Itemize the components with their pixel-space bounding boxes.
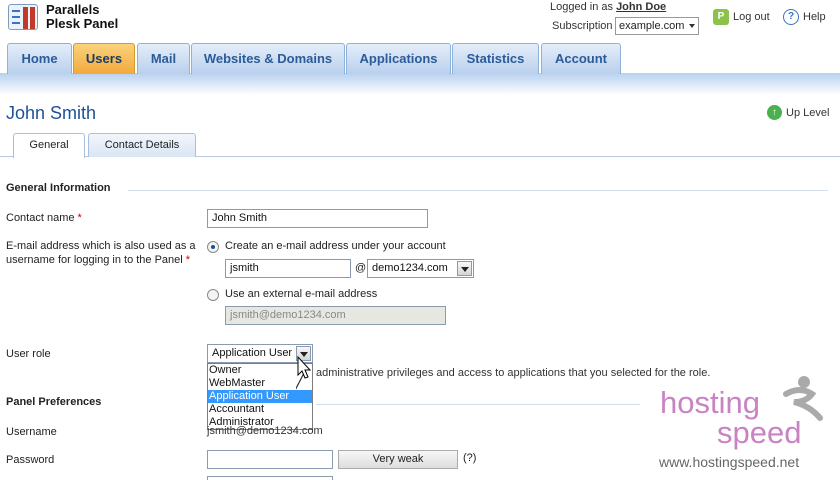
main-nav: Home Users Mail Websites & Domains Appli…	[0, 43, 840, 74]
password-strength-indicator: Very weak	[338, 450, 458, 469]
logged-in-info: Logged in as John Doe	[550, 1, 667, 13]
tab-statistics[interactable]: Statistics	[452, 43, 539, 74]
current-user-link[interactable]: John Doe	[616, 1, 666, 13]
role-hint: administrative privileges and access to …	[316, 367, 711, 379]
watermark-speed: speed	[717, 415, 802, 450]
up-level-link[interactable]: ↑ Up Level	[767, 105, 829, 120]
external-email-radio[interactable]	[207, 289, 219, 301]
contact-name-label: Contact name *	[6, 212, 82, 224]
help-link[interactable]: ? Help	[783, 9, 826, 25]
subtab-general[interactable]: General	[13, 133, 85, 158]
create-email-label: Create an e-mail address under your acco…	[225, 240, 446, 252]
external-email-input: jsmith@demo1234.com	[225, 306, 446, 325]
page-title: John Smith	[6, 103, 97, 123]
logout-icon: P	[713, 9, 729, 25]
subscription-label: Subscription	[552, 20, 613, 32]
tab-account[interactable]: Account	[541, 43, 621, 74]
chevron-down-icon	[689, 24, 695, 28]
user-role-label: User role	[6, 348, 51, 360]
chevron-down-icon	[457, 261, 472, 276]
logout-link[interactable]: P Log out	[713, 9, 770, 25]
nav-band	[0, 73, 840, 95]
create-email-radio[interactable]	[207, 241, 219, 253]
password-label: Password	[6, 454, 55, 466]
subscription-select[interactable]: example.com	[615, 17, 699, 35]
email-label: E-mail address which is also used as a u…	[6, 240, 196, 266]
subtab-contact-details[interactable]: Contact Details	[88, 133, 196, 157]
section-divider	[316, 404, 640, 405]
section-divider	[128, 190, 828, 191]
section-panel-prefs: Panel Preferences	[6, 396, 102, 408]
email-local-input[interactable]: jsmith	[225, 259, 351, 278]
external-email-label: Use an external e-mail address	[225, 288, 378, 300]
watermark-url: www.hostingspeed.net	[659, 454, 800, 470]
tab-mail[interactable]: Mail	[137, 43, 190, 74]
username-label: Username	[6, 426, 57, 438]
top-bar: Parallels Plesk Panel Logged in as John …	[0, 0, 840, 44]
tab-websites-domains[interactable]: Websites & Domains	[191, 43, 345, 74]
section-general-info: General Information	[6, 182, 111, 194]
email-domain-select[interactable]: demo1234.com	[367, 259, 474, 278]
username-value: jsmith@demo1234.com	[207, 425, 323, 437]
tab-home[interactable]: Home	[7, 43, 72, 74]
at-sign: @	[355, 262, 367, 274]
up-arrow-icon: ↑	[767, 105, 782, 120]
contact-name-input[interactable]: John Smith	[207, 209, 428, 228]
password-help-link[interactable]: (?)	[463, 452, 476, 464]
product-name: Parallels Plesk Panel	[46, 2, 119, 31]
confirm-password-input[interactable]	[207, 476, 333, 480]
subtabs: General Contact Details	[0, 133, 840, 158]
help-icon: ?	[783, 9, 799, 25]
mouse-cursor-icon	[296, 355, 312, 390]
plesk-logo-icon	[8, 4, 38, 30]
tab-users[interactable]: Users	[73, 43, 135, 74]
tab-applications[interactable]: Applications	[346, 43, 451, 74]
password-input[interactable]	[207, 450, 333, 469]
